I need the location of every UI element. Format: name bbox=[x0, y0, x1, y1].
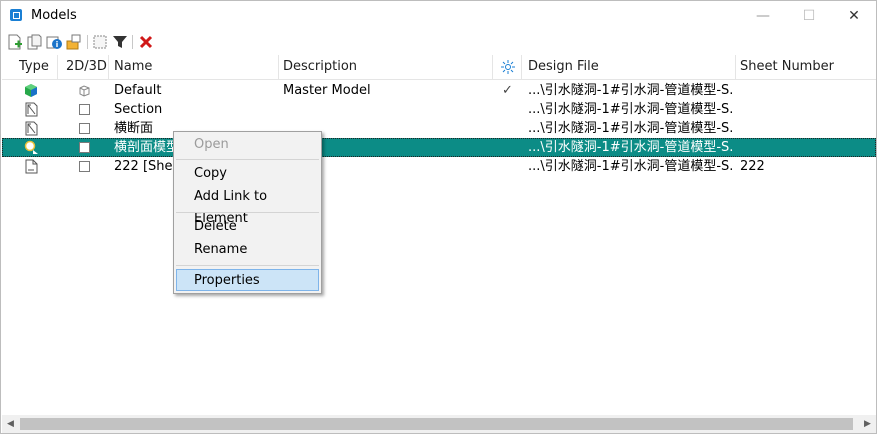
column-divider bbox=[57, 55, 58, 79]
scrollbar-thumb[interactable] bbox=[20, 418, 853, 430]
context-menu: Open Copy Add Link to Element Delete Ren… bbox=[173, 131, 322, 294]
menu-item-copy[interactable]: Copy bbox=[176, 163, 319, 185]
menu-item-properties[interactable]: Properties bbox=[176, 269, 319, 291]
2d-checkbox bbox=[79, 104, 90, 115]
column-header-2d3d[interactable]: 2D/3D bbox=[66, 55, 107, 79]
filter-icon[interactable] bbox=[112, 34, 128, 50]
menu-item-label: Delete bbox=[194, 219, 237, 234]
2d-checkbox bbox=[79, 161, 90, 172]
row-design-file: ...\引水隧洞-1#引水洞-管道模型-S... bbox=[528, 140, 733, 155]
column-divider bbox=[521, 55, 522, 79]
table-row-selected[interactable]: 横剖面模型 ...\引水隧洞-1#引水洞-管道模型-S... bbox=[2, 138, 876, 157]
select-all-icon[interactable] bbox=[92, 34, 108, 50]
column-header-name[interactable]: Name bbox=[114, 55, 152, 79]
3d-model-icon bbox=[25, 84, 37, 97]
toolbar bbox=[1, 31, 876, 53]
model-properties-icon[interactable] bbox=[46, 34, 62, 50]
column-header-description[interactable]: Description bbox=[283, 55, 357, 79]
row-design-file: ...\引水隧洞-1#引水洞-管道模型-S... bbox=[528, 121, 733, 136]
horizontal-scrollbar[interactable]: ◀ ▶ bbox=[2, 415, 876, 433]
title-bar: Models — ☐ ✕ bbox=[1, 1, 876, 31]
menu-item-label: Open bbox=[194, 137, 229, 152]
row-sheet-number: 222 bbox=[740, 159, 765, 174]
row-description: Master Model bbox=[283, 83, 371, 98]
toolbar-separator bbox=[87, 35, 88, 49]
row-name: Section bbox=[114, 102, 163, 117]
row-design-file: ...\引水隧洞-1#引水洞-管道模型-S... bbox=[528, 159, 733, 174]
table-row[interactable]: 222 [Sheet] ...\引水隧洞-1#引水洞-管道模型-S... 222 bbox=[2, 157, 876, 176]
active-checkmark: ✓ bbox=[502, 83, 513, 98]
maximize-button[interactable]: ☐ bbox=[786, 1, 832, 31]
table-row[interactable]: 横断面 ...\引水隧洞-1#引水洞-管道模型-S... bbox=[2, 119, 876, 138]
column-divider bbox=[492, 55, 493, 79]
table-row[interactable]: Section ...\引水隧洞-1#引水洞-管道模型-S... bbox=[2, 100, 876, 119]
row-name: Default bbox=[114, 83, 162, 98]
column-divider bbox=[278, 55, 279, 79]
row-design-file: ...\引水隧洞-1#引水洞-管道模型-S... bbox=[528, 102, 733, 117]
column-header-type[interactable]: Type bbox=[19, 55, 49, 79]
delete-icon[interactable] bbox=[138, 34, 154, 50]
scroll-left-arrow[interactable]: ◀ bbox=[2, 415, 19, 433]
import-model-icon[interactable] bbox=[66, 34, 82, 50]
menu-item-open[interactable]: Open bbox=[176, 134, 319, 156]
list-header: Type 2D/3D Name Description Design File … bbox=[2, 55, 876, 80]
table-row[interactable]: Default Master Model ✓ ...\引水隧洞-1#引水洞-管道… bbox=[2, 81, 876, 100]
window-title: Models bbox=[31, 8, 77, 23]
active-model-sun-icon[interactable] bbox=[500, 59, 516, 75]
column-divider bbox=[108, 55, 109, 79]
minimize-button[interactable]: — bbox=[740, 1, 786, 31]
models-window-icon bbox=[10, 9, 22, 21]
copy-model-icon[interactable] bbox=[27, 34, 43, 50]
menu-item-delete[interactable]: Delete bbox=[176, 216, 319, 238]
menu-item-rename[interactable]: Rename bbox=[176, 239, 319, 261]
3d-cube-icon bbox=[79, 85, 90, 97]
menu-item-add-link[interactable]: Add Link to Element bbox=[176, 186, 319, 226]
toolbar-separator bbox=[132, 35, 133, 49]
new-model-icon[interactable] bbox=[7, 34, 23, 50]
menu-separator bbox=[176, 265, 319, 266]
2d-checkbox bbox=[79, 142, 90, 153]
column-header-design-file[interactable]: Design File bbox=[528, 55, 599, 79]
menu-separator bbox=[176, 159, 319, 160]
drawing-model-icon bbox=[25, 102, 38, 117]
models-dialog: Models — ☐ ✕ Type 2D/3D Name Description… bbox=[0, 0, 877, 434]
design-model-icon bbox=[24, 140, 38, 154]
menu-item-label: Rename bbox=[194, 242, 248, 257]
menu-separator bbox=[176, 212, 319, 213]
column-header-sheet-number[interactable]: Sheet Number bbox=[740, 55, 834, 79]
2d-checkbox bbox=[79, 123, 90, 134]
menu-item-label: Copy bbox=[194, 166, 227, 181]
row-name: 横剖面模型 bbox=[114, 140, 180, 155]
menu-item-label: Properties bbox=[194, 273, 260, 288]
drawing-model-icon bbox=[25, 121, 38, 136]
row-design-file: ...\引水隧洞-1#引水洞-管道模型-S... bbox=[528, 83, 733, 98]
column-divider bbox=[735, 55, 736, 79]
row-name: 横断面 bbox=[114, 121, 154, 136]
close-button[interactable]: ✕ bbox=[831, 1, 877, 31]
scroll-right-arrow[interactable]: ▶ bbox=[859, 415, 876, 433]
sheet-model-icon bbox=[25, 159, 38, 174]
